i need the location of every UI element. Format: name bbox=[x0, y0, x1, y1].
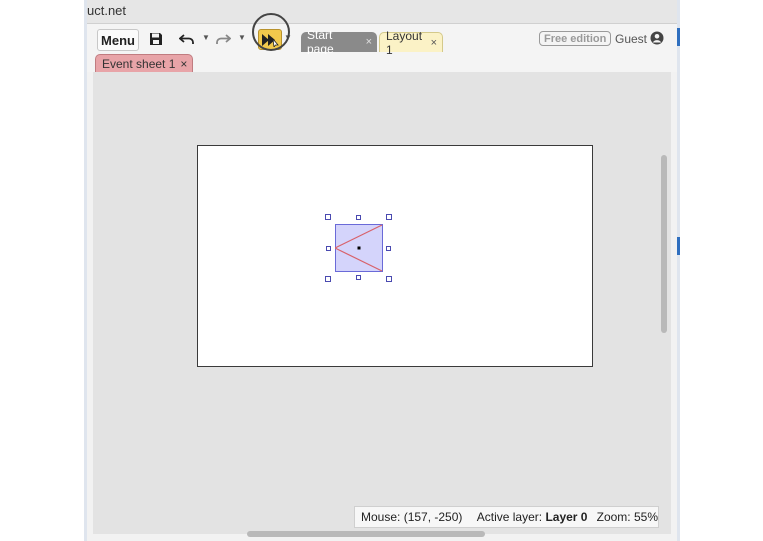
edition-badge[interactable]: Free edition bbox=[539, 31, 612, 46]
tab-label: Event sheet 1 bbox=[102, 56, 176, 71]
selection-handles[interactable] bbox=[322, 211, 396, 285]
close-icon[interactable]: × bbox=[180, 57, 187, 71]
tab-layout-1[interactable]: Layout 1 × bbox=[379, 29, 443, 57]
window-edge-right bbox=[677, 0, 680, 541]
save-icon[interactable] bbox=[148, 30, 164, 48]
tab-label: Layout 1 bbox=[386, 28, 423, 57]
layout-canvas[interactable] bbox=[197, 145, 593, 367]
active-layer-value[interactable]: Layer 0 bbox=[545, 510, 587, 524]
vertical-scrollbar[interactable] bbox=[661, 155, 667, 333]
main-toolbar: Menu ▼ ▼ ▼ Start page × Layout 1 × Free … bbox=[87, 24, 677, 57]
zoom-label: Zoom: bbox=[596, 510, 631, 524]
video-frame-left bbox=[0, 0, 87, 541]
undo-dropdown-icon[interactable]: ▼ bbox=[202, 33, 210, 42]
close-icon[interactable]: × bbox=[431, 37, 437, 49]
redo-icon[interactable] bbox=[215, 30, 231, 48]
horizontal-scrollbar[interactable] bbox=[247, 531, 485, 537]
mouse-label: Mouse: bbox=[361, 510, 401, 524]
construct-editor: uct.net Menu ▼ ▼ ▼ Start page × Layout 1… bbox=[87, 0, 677, 541]
tab-start-page[interactable]: Start page × bbox=[301, 28, 377, 56]
tab-event-sheet-1[interactable]: Event sheet 1 × bbox=[95, 54, 194, 72]
zoom-value[interactable]: 55% bbox=[634, 510, 658, 524]
secondary-tabs: Event sheet 1 × bbox=[87, 54, 677, 72]
status-bar: Mouse: (157, -250) Active layer: Layer 0… bbox=[354, 506, 659, 528]
highlight-ring bbox=[252, 13, 290, 51]
mouse-position: (157, -250) bbox=[403, 510, 463, 524]
title-bar: uct.net bbox=[87, 0, 677, 24]
window-title: uct.net bbox=[87, 3, 127, 18]
undo-icon[interactable] bbox=[179, 30, 195, 48]
video-frame-right bbox=[677, 0, 763, 541]
menu-button[interactable]: Menu bbox=[97, 29, 139, 51]
active-layer-label: Active layer: bbox=[476, 510, 543, 524]
redo-dropdown-icon[interactable]: ▼ bbox=[238, 33, 246, 42]
close-icon[interactable]: × bbox=[366, 36, 372, 48]
account-icon[interactable] bbox=[650, 31, 664, 45]
layout-view[interactable] bbox=[93, 72, 671, 534]
tab-label: Start page bbox=[307, 28, 334, 56]
user-name[interactable]: Guest bbox=[615, 32, 647, 46]
